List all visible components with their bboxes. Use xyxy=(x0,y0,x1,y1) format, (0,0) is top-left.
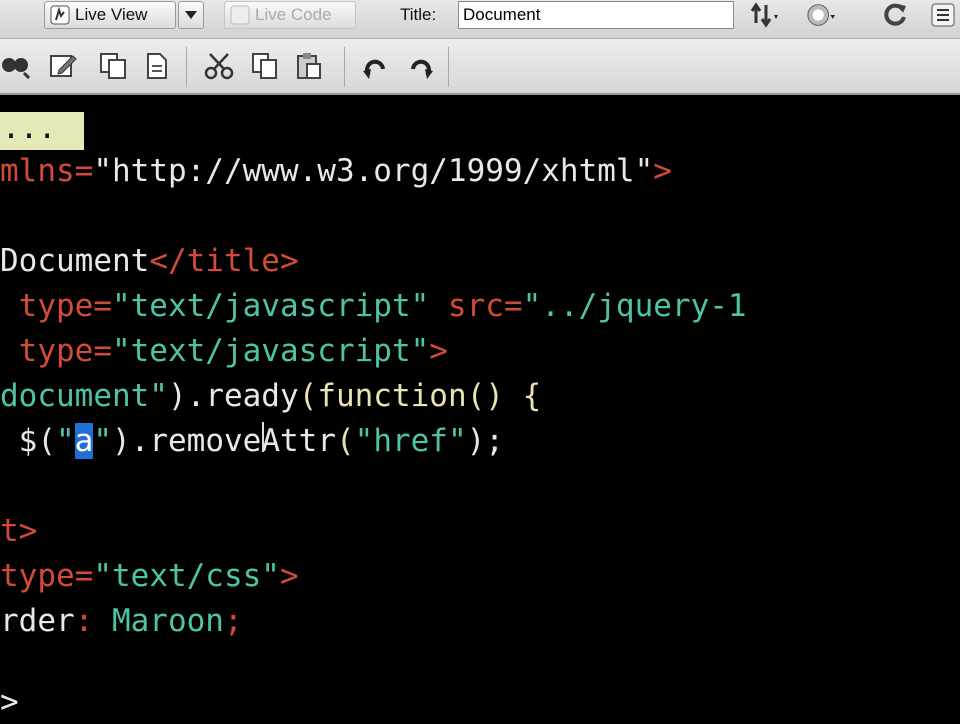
coding-toolbar xyxy=(0,39,960,95)
code-token: > xyxy=(429,333,448,369)
code-token: () { xyxy=(466,378,542,414)
code-token: $( xyxy=(0,423,56,459)
code-line: type="text/javascript" src="../jquery-1 xyxy=(0,284,747,328)
code-token: t> xyxy=(0,513,38,549)
code-token: > xyxy=(653,153,672,189)
code-token: mlns= xyxy=(0,153,94,189)
file-management-icon[interactable] xyxy=(750,0,780,30)
code-token: > xyxy=(0,684,19,720)
code-token: ( xyxy=(298,378,318,414)
code-token: function xyxy=(317,378,467,414)
title-label: Title: xyxy=(400,5,437,24)
paste-icon[interactable] xyxy=(294,51,324,81)
code-token: " xyxy=(56,423,75,459)
code-line: rder: Maroon; xyxy=(0,599,243,643)
code-line: document").ready(function() { xyxy=(0,374,541,418)
live-code-icon xyxy=(229,4,251,26)
live-view-label: Live View xyxy=(75,5,148,24)
live-view-button[interactable]: Live View xyxy=(44,1,176,29)
code-token: "text/css" xyxy=(93,558,280,594)
code-line: type="text/javascript"> xyxy=(0,329,448,373)
preview-browser-icon[interactable] xyxy=(806,0,836,30)
code-token: "../jquery-1 xyxy=(522,288,747,324)
copy-icon[interactable] xyxy=(250,51,280,81)
code-token: ). xyxy=(112,423,150,459)
code-line: mlns="http://www.w3.org/1999/xhtml"> xyxy=(0,149,672,193)
code-token: document" xyxy=(0,378,168,414)
code-line: t> xyxy=(0,509,37,553)
code-token: </title> xyxy=(149,243,299,279)
title-input[interactable] xyxy=(458,1,734,29)
copy-code-icon[interactable] xyxy=(98,51,128,81)
code-token: type= xyxy=(0,558,94,594)
redo-icon[interactable] xyxy=(406,53,436,83)
code-line: > xyxy=(0,680,19,724)
code-token: type= xyxy=(0,288,112,324)
collapsed-code-marker[interactable]: ... xyxy=(0,112,84,150)
code-line: $("a").removeAttr("href"); xyxy=(0,419,504,463)
code-token: ( xyxy=(335,423,355,459)
code-token: rder xyxy=(0,603,75,639)
code-line: Document</title> xyxy=(0,239,299,283)
live-code-button[interactable]: Live Code xyxy=(224,1,356,29)
code-token: : xyxy=(74,603,112,639)
live-code-label: Live Code xyxy=(255,5,332,24)
code-token: "href" xyxy=(354,423,467,459)
code-token: a xyxy=(74,423,94,459)
code-token: removeAttr xyxy=(149,423,336,459)
live-view-icon xyxy=(49,4,71,26)
toolbar-separator xyxy=(186,47,187,87)
toolbar-separator xyxy=(448,47,449,87)
edit-icon[interactable] xyxy=(48,51,78,81)
undo-icon[interactable] xyxy=(360,53,390,83)
code-token: ready xyxy=(205,378,299,414)
code-token: ); xyxy=(466,423,504,459)
code-token: type= xyxy=(0,333,112,369)
code-token: Maroon xyxy=(111,603,224,639)
code-line: type="text/css"> xyxy=(0,554,299,598)
code-editor[interactable]: mlns="http://www.w3.org/1999/xhtml"> Docu… xyxy=(0,95,960,720)
code-token: src= xyxy=(429,288,523,324)
text-cursor xyxy=(262,422,264,452)
live-view-dropdown[interactable] xyxy=(178,1,204,29)
code-token: Document xyxy=(0,243,150,279)
code-token: "http://www.w3.org/1999/xhtml" xyxy=(93,153,654,189)
document-toolbar: Live View Live Code Title: xyxy=(0,0,960,39)
code-token: ). xyxy=(167,378,206,414)
code-token: > xyxy=(279,558,299,594)
code-token: ; xyxy=(223,603,243,639)
document-icon[interactable] xyxy=(142,51,172,81)
refresh-icon[interactable] xyxy=(880,0,910,30)
chevron-down-icon xyxy=(185,11,197,19)
cut-icon[interactable] xyxy=(204,51,234,81)
code-token: " xyxy=(93,423,113,459)
view-options-icon[interactable] xyxy=(928,0,958,30)
code-token: "text/javascript" xyxy=(111,288,430,324)
find-replace-icon[interactable] xyxy=(0,51,30,81)
toolbar-separator xyxy=(344,47,345,87)
code-token: "text/javascript" xyxy=(111,333,430,369)
